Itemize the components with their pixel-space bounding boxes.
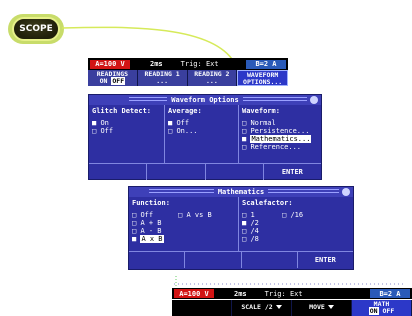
reading1-softkey[interactable]: READING 1 ... <box>137 70 188 86</box>
glitch-on-option[interactable]: ■ On <box>92 119 161 127</box>
trigger-info: Trig: Ext <box>264 289 303 298</box>
scope-button[interactable]: SCOPE <box>12 17 60 41</box>
math-status-panel: A=100 V 2ms Trig: Ext B=2 A SCALE /2 MOV… <box>172 276 412 316</box>
close-icon[interactable] <box>342 188 350 196</box>
scale-16-option[interactable]: □ /16 <box>282 211 303 219</box>
scale-4-option[interactable]: □ /4 <box>242 227 282 235</box>
dialog-softkeys: ENTER <box>129 251 353 268</box>
mathematics-dialog: Mathematics Function: □ Off □ A + B □ A … <box>128 186 354 270</box>
softkey-f3[interactable] <box>242 252 298 268</box>
scalefactor-group: Scalefactor: □ 1 ■ /2 □ /4 □ /8 □ /16 <box>242 199 304 243</box>
function-off-option[interactable]: □ Off <box>132 211 178 219</box>
scope-label: SCOPE <box>19 24 53 34</box>
enter-button[interactable]: ENTER <box>298 252 353 268</box>
function-aplusb-option[interactable]: □ A + B <box>132 219 178 227</box>
stepper-icon <box>327 305 334 309</box>
function-avsb-option[interactable]: □ A vs B <box>178 211 212 219</box>
waveform-options-softkey[interactable]: WAVEFORM OPTIONS... <box>237 70 288 86</box>
dialog-title: Waveform Options <box>167 96 243 104</box>
function-aminusb-option[interactable]: □ A - B <box>132 227 178 235</box>
softkey-f1[interactable] <box>89 164 148 180</box>
waveform-persistence-option[interactable]: □ Persistence... <box>242 127 318 135</box>
readings-softkey[interactable]: READINGS ON OFF <box>88 70 138 86</box>
waveform-mathematics-option[interactable]: ■ Mathematics... <box>242 135 318 143</box>
timebase: 2ms <box>234 289 247 298</box>
glitch-off-option[interactable]: □ Off <box>92 127 161 135</box>
average-group: Average: ■ Off □ On... <box>165 105 239 163</box>
softkey-f2[interactable] <box>147 164 206 180</box>
average-on-option[interactable]: □ On... <box>168 127 235 135</box>
dialog-title: Mathematics <box>213 188 269 196</box>
softkey-bar: READINGS ON OFF READING 1 ... READING 2 … <box>88 70 288 86</box>
scale-softkey[interactable]: SCALE /2 <box>232 300 292 316</box>
waveform-group: Waveform: □ Normal □ Persistence... ■ Ma… <box>239 105 321 163</box>
softkey-f1[interactable] <box>172 300 232 316</box>
waveform-normal-option[interactable]: □ Normal <box>242 119 318 127</box>
status-bar: A=100 V 2ms Trig: Ext B=2 A <box>88 58 288 70</box>
softkey-f2[interactable] <box>185 252 242 268</box>
softkey-bar: SCALE /2 MOVE MATH ON OFF <box>172 300 412 316</box>
channel-b-badge: B=2 A <box>370 289 410 298</box>
trace-indicator <box>174 276 404 288</box>
softkey-f1[interactable] <box>129 252 186 268</box>
channel-b-badge: B=2 A <box>246 59 286 69</box>
scope-status-panel: A=100 V 2ms Trig: Ext B=2 A READINGS ON … <box>88 58 288 86</box>
math-softkey[interactable]: MATH ON OFF <box>352 300 412 316</box>
move-softkey[interactable]: MOVE <box>292 300 352 316</box>
stepper-icon <box>275 305 282 309</box>
function-group: Function: □ Off □ A + B □ A - B ■ A x B … <box>129 197 239 251</box>
scale-2-option[interactable]: ■ /2 <box>242 219 282 227</box>
scale-1-option[interactable]: □ 1 <box>242 211 282 219</box>
scale-8-option[interactable]: □ /8 <box>242 235 282 243</box>
channel-a-badge: A=100 V <box>90 59 130 69</box>
function-axb-option[interactable]: ■ A x B <box>132 235 178 243</box>
glitch-detect-group: Glitch Detect: ■ On □ Off <box>89 105 165 163</box>
waveform-options-titlebar: Waveform Options <box>89 95 321 105</box>
reading2-softkey[interactable]: READING 2 ... <box>187 70 238 86</box>
average-off-option[interactable]: ■ Off <box>168 119 235 127</box>
channel-a-badge: A=100 V <box>174 289 214 298</box>
enter-button[interactable]: ENTER <box>264 164 321 180</box>
timebase: 2ms <box>150 60 163 68</box>
mathematics-titlebar: Mathematics <box>129 187 353 197</box>
dialog-softkeys: ENTER <box>89 163 321 180</box>
waveform-options-dialog: Waveform Options Glitch Detect: ■ On □ O… <box>88 94 322 180</box>
softkey-f3[interactable] <box>206 164 264 180</box>
trigger-info: Trig: Ext <box>180 60 219 68</box>
waveform-reference-option[interactable]: □ Reference... <box>242 143 318 151</box>
close-icon[interactable] <box>310 96 318 104</box>
status-bar: A=100 V 2ms Trig: Ext B=2 A <box>172 288 412 299</box>
